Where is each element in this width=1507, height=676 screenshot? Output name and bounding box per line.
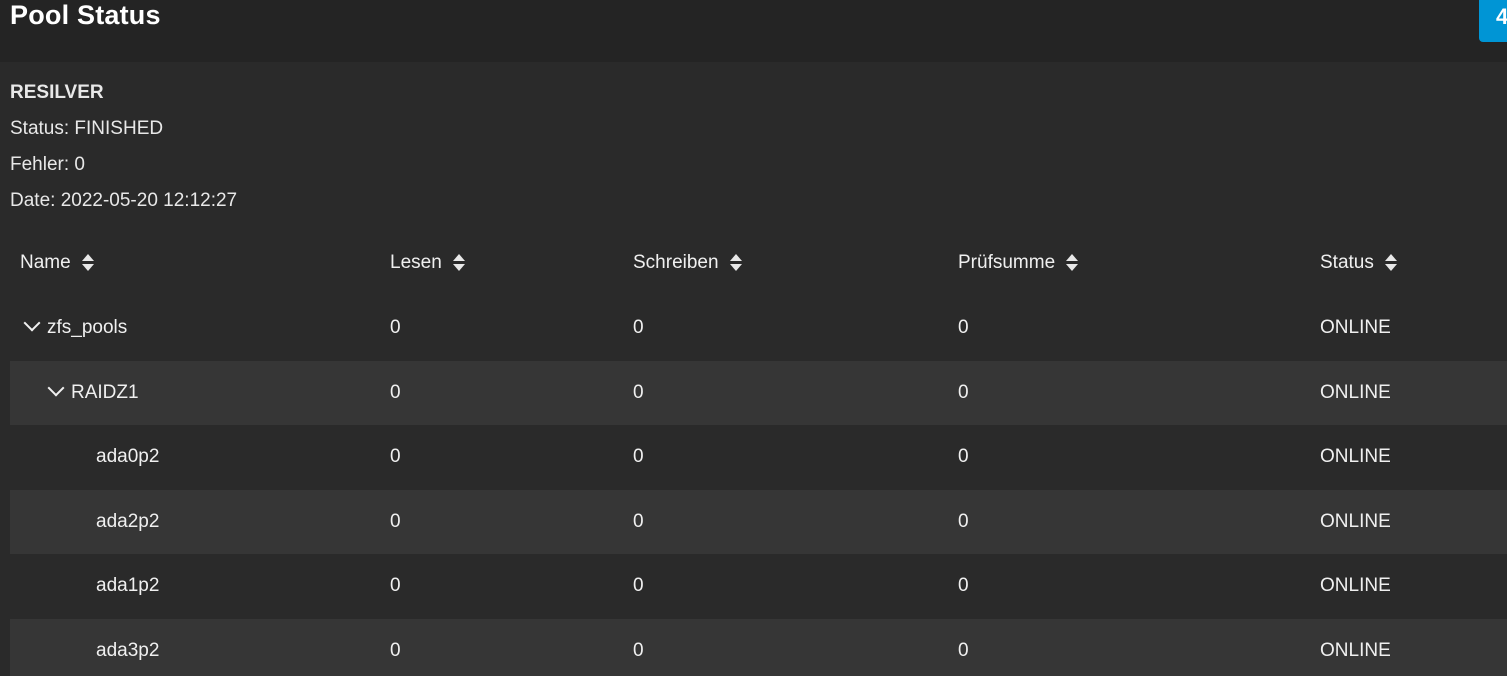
row-schreiben: 0: [633, 381, 644, 403]
column-header-lesen[interactable]: Lesen: [390, 252, 466, 274]
row-name: ada0p2: [96, 446, 160, 467]
row-pruefsumme: 0: [958, 446, 969, 467]
row-name: ada2p2: [96, 510, 160, 532]
table-row-disk[interactable]: ada3p2 0 0 0 ONLINE: [10, 618, 1507, 676]
row-status: ONLINE: [1320, 639, 1391, 661]
column-header-name[interactable]: Name: [20, 252, 95, 274]
row-name-cell: zfs_pools: [20, 296, 127, 360]
row-schreiben: 0: [633, 639, 644, 661]
pool-status-page: Pool Status 4 RESILVER Status: FINISHED …: [0, 0, 1507, 676]
pool-status-header: Pool Status 4: [0, 0, 1507, 62]
corner-action-button[interactable]: 4: [1479, 0, 1507, 42]
row-status: ONLINE: [1320, 381, 1391, 403]
column-header-label: Prüfsumme: [958, 252, 1056, 273]
row-name: zfs_pools: [47, 317, 128, 338]
row-status: ONLINE: [1320, 317, 1391, 338]
row-lesen: 0: [390, 317, 401, 338]
row-schreiben: 0: [633, 510, 644, 532]
row-pruefsumme: 0: [958, 510, 969, 532]
row-schreiben: 0: [633, 317, 644, 338]
row-lesen: 0: [390, 639, 401, 661]
row-lesen: 0: [390, 446, 401, 467]
row-status: ONLINE: [1320, 510, 1391, 532]
row-name-cell: RAIDZ1: [20, 361, 139, 425]
row-name: ada3p2: [96, 639, 160, 661]
table-row-disk[interactable]: ada1p2 0 0 0 ONLINE: [10, 554, 1507, 619]
chevron-down-icon[interactable]: [47, 379, 65, 396]
row-lesen: 0: [390, 510, 401, 532]
row-pruefsumme: 0: [958, 639, 969, 661]
column-header-schreiben[interactable]: Schreiben: [633, 252, 743, 274]
table-row-pool[interactable]: zfs_pools 0 0 0 ONLINE: [10, 296, 1507, 361]
row-lesen: 0: [390, 381, 401, 403]
sort-icon[interactable]: [1065, 253, 1079, 273]
row-schreiben: 0: [633, 575, 644, 596]
scan-type: RESILVER: [10, 82, 104, 103]
table-row-disk[interactable]: ada0p2 0 0 0 ONLINE: [10, 425, 1507, 490]
sort-icon[interactable]: [452, 253, 466, 273]
column-header-label: Lesen: [390, 252, 442, 273]
sort-icon[interactable]: [1384, 253, 1398, 273]
scan-status: Status: FINISHED: [10, 118, 164, 139]
row-name: RAIDZ1: [71, 381, 139, 403]
row-pruefsumme: 0: [958, 575, 969, 596]
scan-info: RESILVER Status: FINISHED Fehler: 0 Date…: [10, 81, 237, 225]
table-header: Name Lesen Schreiben Prüfsumme Status: [10, 232, 1507, 296]
corner-button-glyph: 4: [1496, 4, 1507, 29]
pool-table: Name Lesen Schreiben Prüfsumme Status zf…: [10, 232, 1507, 676]
row-pruefsumme: 0: [958, 317, 969, 338]
scan-date: Date: 2022-05-20 12:12:27: [10, 190, 238, 211]
table-row-disk[interactable]: ada2p2 0 0 0 ONLINE: [10, 489, 1507, 554]
column-header-label: Schreiben: [633, 252, 719, 273]
row-status: ONLINE: [1320, 575, 1391, 596]
sort-icon[interactable]: [81, 253, 95, 273]
row-name: ada1p2: [96, 575, 160, 596]
row-schreiben: 0: [633, 446, 644, 467]
column-header-label: Name: [20, 252, 71, 273]
column-header-pruefsumme[interactable]: Prüfsumme: [958, 252, 1079, 274]
row-lesen: 0: [390, 575, 401, 596]
scan-errors: Fehler: 0: [10, 154, 85, 175]
sort-icon[interactable]: [729, 253, 743, 273]
page-title: Pool Status: [10, 0, 161, 30]
table-row-vdev[interactable]: RAIDZ1 0 0 0 ONLINE: [10, 360, 1507, 425]
row-pruefsumme: 0: [958, 381, 969, 403]
column-header-label: Status: [1320, 252, 1374, 273]
chevron-down-icon[interactable]: [23, 314, 41, 332]
row-status: ONLINE: [1320, 446, 1391, 467]
column-header-status[interactable]: Status: [1320, 252, 1398, 274]
